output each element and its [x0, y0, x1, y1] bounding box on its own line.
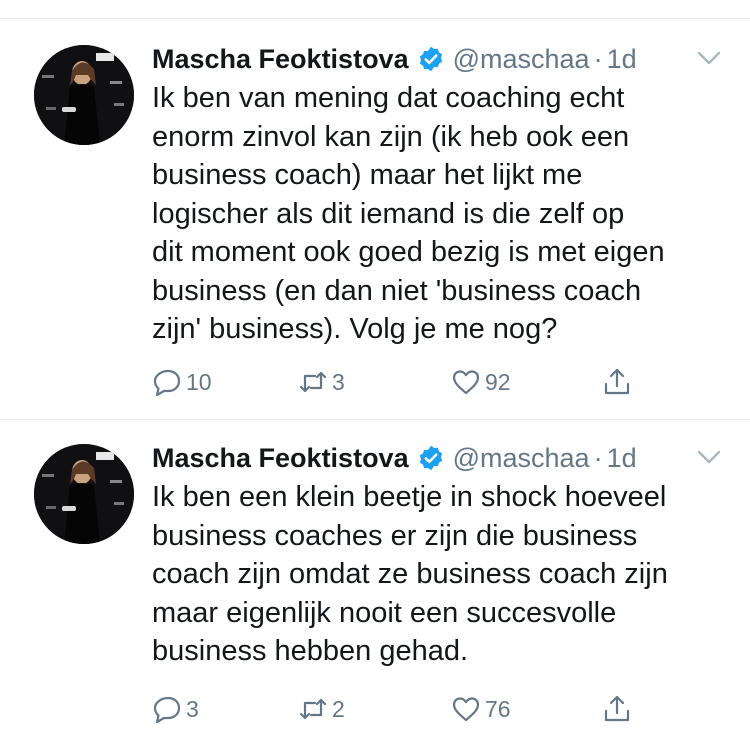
- reply-count: 10: [186, 368, 212, 395]
- tweet-header: Mascha Feoktistova @maschaa · 1d: [152, 438, 732, 478]
- tweet-actions: 10 3 92: [152, 364, 652, 400]
- retweet-icon: [299, 698, 327, 720]
- retweet-count: 3: [332, 368, 345, 395]
- chevron-down-icon[interactable]: [696, 446, 722, 468]
- tweet[interactable]: Mascha Feoktistova @maschaa · 1d Ik ben …: [0, 420, 750, 744]
- retweet-button[interactable]: 2: [298, 691, 345, 727]
- reply-button[interactable]: 10: [152, 364, 212, 400]
- timestamp[interactable]: 1d: [607, 44, 637, 75]
- reply-icon: [153, 369, 181, 397]
- like-button[interactable]: 92: [451, 364, 511, 400]
- share-button[interactable]: [602, 364, 632, 400]
- author-handle[interactable]: @maschaa: [453, 443, 590, 474]
- avatar-photo: [34, 444, 134, 544]
- verified-badge-icon: [419, 46, 442, 72]
- avatar[interactable]: [34, 444, 134, 544]
- heart-icon: [452, 370, 480, 395]
- author-name[interactable]: Mascha Feoktistova: [152, 44, 409, 75]
- chevron-down-icon[interactable]: [696, 47, 722, 69]
- retweet-button[interactable]: 3: [298, 364, 345, 400]
- reply-button[interactable]: 3: [152, 691, 199, 727]
- retweet-count: 2: [332, 695, 345, 722]
- timestamp[interactable]: 1d: [607, 443, 637, 474]
- avatar[interactable]: [34, 45, 134, 145]
- tweet-header: Mascha Feoktistova @maschaa · 1d: [152, 39, 732, 79]
- tweet-text: Ik ben een klein beetje in shock hoeveel…: [152, 481, 668, 667]
- tweet-text: Ik ben van mening dat coaching echt enor…: [152, 82, 665, 345]
- like-button[interactable]: 76: [451, 691, 511, 727]
- separator-dot: ·: [593, 43, 603, 74]
- share-button[interactable]: [602, 691, 632, 727]
- like-count: 92: [485, 368, 511, 395]
- avatar-photo: [34, 45, 134, 145]
- separator-dot: ·: [593, 442, 603, 473]
- retweet-icon: [299, 371, 327, 393]
- tweet[interactable]: Mascha Feoktistova @maschaa · 1d Ik ben …: [0, 19, 750, 419]
- share-icon: [604, 695, 630, 722]
- like-count: 76: [485, 695, 511, 722]
- author-handle[interactable]: @maschaa: [453, 44, 590, 75]
- reply-count: 3: [186, 695, 199, 722]
- verified-badge-icon: [419, 445, 442, 471]
- author-name[interactable]: Mascha Feoktistova: [152, 443, 409, 474]
- reply-icon: [153, 696, 181, 724]
- heart-icon: [452, 697, 480, 722]
- tweet-actions: 3 2 76: [152, 691, 652, 727]
- share-icon: [604, 368, 630, 395]
